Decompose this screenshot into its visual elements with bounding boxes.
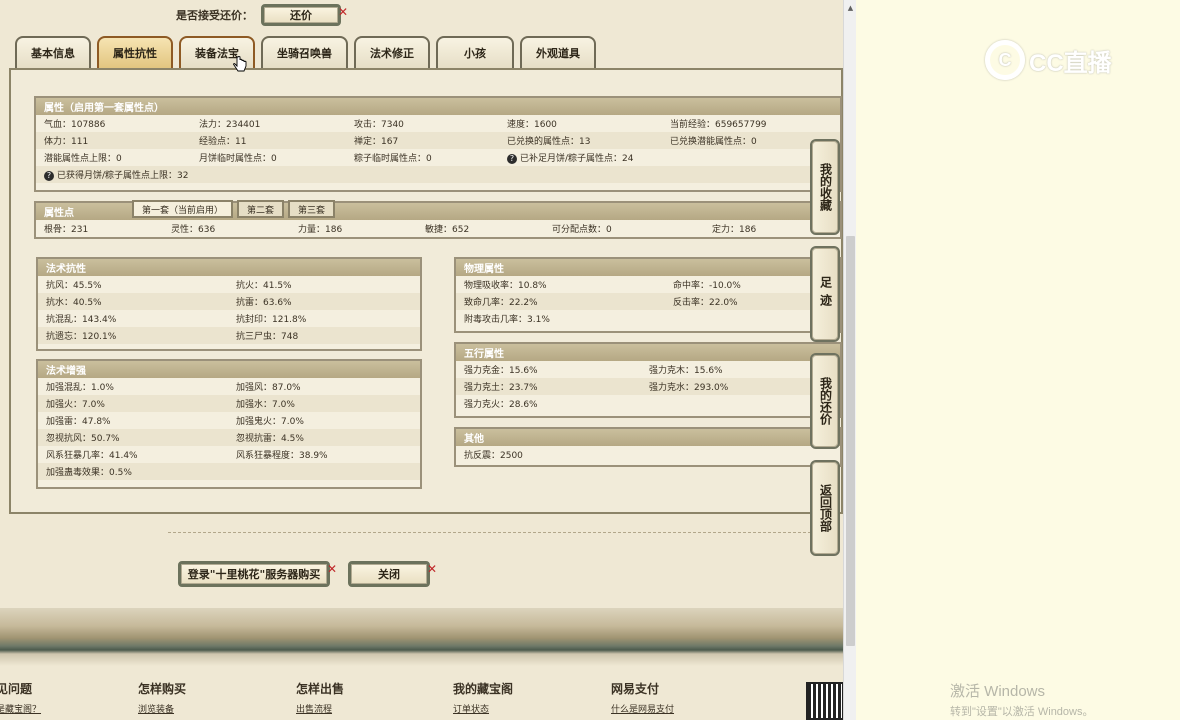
desktop-background bbox=[857, 0, 1180, 720]
bargain-button[interactable]: 还价 ✕ bbox=[261, 4, 348, 26]
physical-row: 致命几率：22.2% 反击率：22.0% bbox=[456, 293, 840, 310]
scroll-up-icon[interactable]: ▲ bbox=[844, 0, 857, 16]
bargain-button-label: 还价 bbox=[290, 9, 312, 22]
footer-col: 我的藏宝阁 订单状态 bbox=[453, 682, 514, 715]
spell-resist-row: 抗混乱：143.4% 抗封印：121.8% bbox=[46, 315, 307, 325]
login-buy-button[interactable]: 登录"十里桃花"服务器购买 ✕ bbox=[178, 561, 337, 587]
footer-nav: 见问题 是藏宝阁？ 怎样购买 浏览装备 怎样出售 出售流程 我的藏宝阁 订单状态… bbox=[0, 676, 843, 720]
tab-child[interactable]: 小孩 bbox=[436, 36, 514, 68]
spell-boost-header: 法术增强 bbox=[38, 361, 420, 378]
side-button-my-bargain[interactable]: 我的还价 bbox=[810, 353, 840, 449]
elements-header: 五行属性 bbox=[456, 344, 840, 361]
close-x-icon: ✕ bbox=[426, 562, 437, 576]
tab-spell-correction[interactable]: 法术修正 bbox=[354, 36, 430, 68]
attributes-section: 属性（启用第一套属性点） 气血：107886 法力：234401 攻击：7340… bbox=[34, 96, 842, 192]
points-tabs: 第一套（当前启用） 第二套 第三套 bbox=[132, 200, 336, 218]
tab-bar: 基本信息 属性抗性 装备法宝 坐骑召唤兽 法术修正 小孩 外观道具 bbox=[15, 36, 596, 68]
points-tab-set3[interactable]: 第三套 bbox=[288, 200, 336, 218]
elements-section: 五行属性 强力克金：15.6% 强力克木：15.6% 强力克土：23.7% 强力克水… bbox=[454, 342, 842, 418]
stream-logo: C CC直播 bbox=[985, 40, 1112, 80]
physical-row: 物理吸收率：10.8% 命中率：-10.0% bbox=[464, 281, 741, 291]
footer-link[interactable]: 出售流程 bbox=[296, 702, 344, 715]
other-header: 其他 bbox=[456, 429, 840, 446]
spell-resist-section: 法术抗性 抗风：45.5% 抗火：41.5% 抗水：40.5% 抗雷：63.6% 抗… bbox=[36, 257, 422, 351]
side-button-footprint[interactable]: 足迹 bbox=[810, 246, 840, 342]
spell-boost-row: 忽视抗风：50.7% 忽视抗雷：4.5% bbox=[38, 429, 420, 446]
divider bbox=[168, 532, 811, 533]
spell-boost-row: 加强混乱：1.0% 加强风：87.0% bbox=[46, 383, 301, 393]
attribute-panel: 属性（启用第一套属性点） 气血：107886 法力：234401 攻击：7340… bbox=[9, 68, 843, 514]
footer-col: 见问题 是藏宝阁？ bbox=[0, 680, 41, 715]
activation-watermark: 激活 Windows 转到"设置"以激活 Windows。 bbox=[950, 683, 1094, 718]
help-icon[interactable]: ? bbox=[507, 153, 517, 164]
footer-col: 网易支付 什么是网易支付 bbox=[611, 682, 675, 715]
tab-basic-info[interactable]: 基本信息 bbox=[15, 36, 91, 68]
tab-attribute-resist[interactable]: 属性抗性 bbox=[97, 36, 173, 68]
other-section: 其他 抗反震：2500 bbox=[454, 427, 842, 467]
physical-row: 附毒攻击几率：3.1% bbox=[464, 315, 550, 325]
tab-mount-summon[interactable]: 坐骑召唤兽 bbox=[261, 36, 348, 68]
close-button[interactable]: 关闭 ✕ bbox=[348, 561, 437, 587]
points-rows: 根骨：231 灵性：636 力量：186 敏捷：652 可分配点数：0 定力：1… bbox=[36, 220, 840, 237]
close-x-icon: ✕ bbox=[326, 562, 337, 576]
logo-text: CC直播 bbox=[1029, 49, 1112, 77]
qr-code-image bbox=[806, 682, 843, 720]
logo-mark: C bbox=[985, 40, 1025, 80]
action-buttons: 登录"十里桃花"服务器购买 ✕ 关闭 ✕ bbox=[178, 561, 437, 587]
footer-link[interactable]: 是藏宝阁？ bbox=[0, 702, 41, 715]
spell-boost-row: 加强蛊毒效果：0.5% bbox=[38, 463, 420, 480]
spell-boost-row: 风系狂暴几率：41.4% 风系狂暴程度：38.9% bbox=[46, 451, 328, 461]
spell-resist-row: 抗风：45.5% 抗火：41.5% bbox=[46, 281, 292, 291]
points-tab-set2[interactable]: 第二套 bbox=[237, 200, 285, 218]
attributes-rows: 气血：107886 法力：234401 攻击：7340 速度：1600 当前经验… bbox=[36, 115, 840, 183]
points-section: 属性点 第一套（当前启用） 第二套 第三套 根骨：231 灵性：636 力量：1… bbox=[34, 200, 842, 239]
close-x-icon: ✕ bbox=[337, 5, 348, 19]
accept-bargain-label: 是否接受还价： bbox=[176, 9, 253, 22]
decorative-band bbox=[0, 608, 843, 666]
points-tab-set1[interactable]: 第一套（当前启用） bbox=[132, 200, 234, 218]
spell-resist-row: 抗遗忘：120.1% 抗三尸虫：748 bbox=[38, 327, 420, 344]
side-button-favorites[interactable]: 我的收藏 bbox=[810, 139, 840, 235]
attributes-header: 属性（启用第一套属性点） bbox=[36, 98, 840, 115]
footer-col: 怎样出售 出售流程 bbox=[296, 682, 345, 715]
attributes-row: 潜能属性点上限：0 月饼临时属性点：0 粽子临时属性点：0 ? 已补足月饼/粽子属… bbox=[44, 153, 634, 164]
elements-row: 强力克金：15.6% 强力克木：15.6% bbox=[464, 366, 723, 376]
hand-cursor-icon bbox=[233, 56, 247, 72]
tab-appearance[interactable]: 外观道具 bbox=[520, 36, 596, 68]
page-viewport: 是否接受还价： 还价 ✕ 基本信息 属性抗性 装备法宝 坐骑召唤兽 法术修正 小… bbox=[0, 0, 843, 720]
footer-link[interactable]: 订单状态 bbox=[453, 702, 513, 715]
attributes-row: 体力：111 经验点：11 禅定：167 已兑换的属性点：13 已兑换潜能属性点… bbox=[36, 132, 840, 149]
attributes-row: ? 已获得月饼/粽子属性点上限：32 bbox=[36, 166, 840, 183]
footer-link[interactable]: 什么是网易支付 bbox=[611, 702, 674, 715]
physical-header: 物理属性 bbox=[456, 259, 840, 276]
points-row: 根骨：231 灵性：636 力量：186 敏捷：652 可分配点数：0 定力：1… bbox=[44, 225, 757, 235]
spell-boost-row: 加强火：7.0% 加强水：7.0% bbox=[38, 395, 420, 412]
spell-boost-row: 加强雷：47.8% 加强鬼火：7.0% bbox=[46, 417, 304, 427]
scrollbar-thumb[interactable] bbox=[846, 236, 855, 646]
physical-section: 物理属性 物理吸收率：10.8% 命中率：-10.0% 致命几率：22.2% 反击率… bbox=[454, 257, 842, 333]
accept-bargain-row: 是否接受还价： 还价 ✕ bbox=[176, 4, 348, 26]
footer-col: 怎样购买 浏览装备 bbox=[138, 682, 187, 715]
side-button-back-to-top[interactable]: 返回顶部 bbox=[810, 460, 840, 556]
elements-row: 强力克火：28.6% bbox=[464, 400, 538, 410]
other-row: 抗反震：2500 bbox=[464, 451, 523, 461]
attributes-row: 气血：107886 法力：234401 攻击：7340 速度：1600 当前经验… bbox=[44, 120, 767, 130]
help-icon[interactable]: ? bbox=[44, 170, 54, 181]
elements-row: 强力克土：23.7% 强力克水：293.0% bbox=[456, 378, 840, 395]
spell-resist-header: 法术抗性 bbox=[38, 259, 420, 276]
spell-resist-row: 抗水：40.5% 抗雷：63.6% bbox=[38, 293, 420, 310]
footer-link[interactable]: 浏览装备 bbox=[138, 702, 186, 715]
vertical-scrollbar[interactable]: ▲ bbox=[843, 0, 856, 720]
spell-boost-section: 法术增强 加强混乱：1.0% 加强风：87.0% 加强火：7.0% 加强水：7.0%… bbox=[36, 359, 422, 489]
